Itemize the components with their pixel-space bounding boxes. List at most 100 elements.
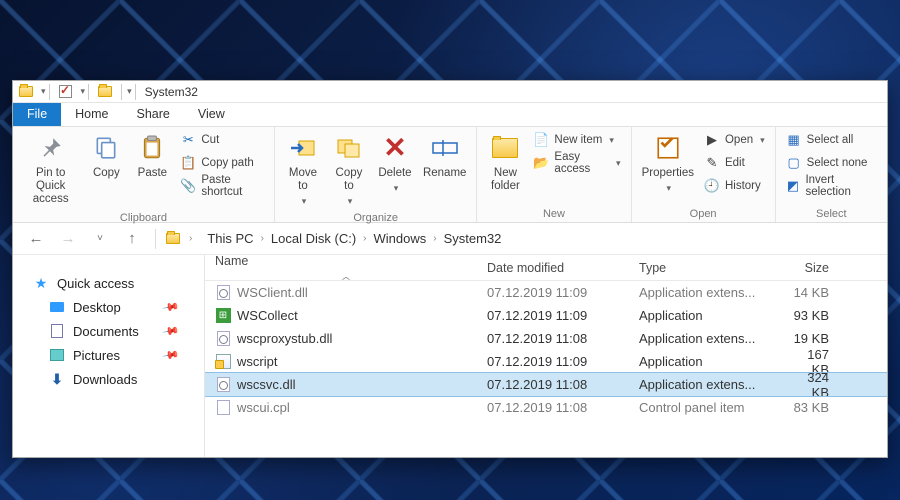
file-size: 19 KB [777,331,847,346]
file-icon: ⊞ [215,308,231,324]
nav-quick-access[interactable]: ★ Quick access [19,271,198,295]
qat-properties-button[interactable] [56,82,76,102]
file-row[interactable]: wscsvc.dll07.12.2019 11:08Application ex… [205,373,887,396]
file-row[interactable]: WSClient.dll07.12.2019 11:09Application … [205,281,887,304]
titlebar: ▾ ▾ ▾ System32 [13,81,887,103]
folder-icon [166,233,180,244]
navigation-pane: ★ Quick access Desktop 📌 Documents 📌 Pic… [13,255,205,457]
file-icon [215,354,231,370]
col-name[interactable]: Name ︿ [205,255,477,282]
paste-shortcut-button[interactable]: 📎Paste shortcut [176,175,268,197]
forward-button[interactable]: → [55,226,81,252]
pictures-icon [49,347,65,363]
ribbon-group-open: Properties▾ ▶Open ▾ ✎Edit 🕘History Open [632,127,776,222]
breadcrumb-item[interactable]: System32 [444,231,502,246]
file-type: Control panel item [629,400,777,415]
copy-icon [93,135,119,161]
ribbon-tabs: File Home Share View [13,103,887,127]
chevron-down-icon: ▾ [348,196,353,206]
file-row[interactable]: wscui.cpl 07.12.2019 11:08Control panel i… [205,396,887,419]
invert-selection-button[interactable]: ◩Invert selection [782,175,881,197]
copy-to-icon [335,135,363,161]
file-date: 07.12.2019 11:08 [477,400,629,415]
rename-button[interactable]: Rename [419,129,470,183]
file-name: wscui.cpl [237,400,290,415]
cut-button[interactable]: ✂Cut [176,129,268,151]
column-headers: Name ︿ Date modified Type Size [205,255,887,281]
back-button[interactable]: ← [23,226,49,252]
edit-icon: ✎ [704,155,720,171]
ribbon-group-organize: Move to▾ Copy to▾ ✕ Delete▾ Rename Organ… [275,127,477,222]
chevron-right-icon[interactable]: › [430,233,439,244]
qat-more-icon[interactable]: ▾ [127,86,132,97]
star-icon: ★ [33,275,49,291]
pin-label: Pin to Quick access [23,167,78,207]
invert-icon: ◩ [786,178,801,194]
copy-path-button[interactable]: 📋Copy path [176,152,268,174]
history-button[interactable]: 🕘History [700,175,769,197]
documents-icon [49,323,65,339]
chevron-down-icon[interactable]: ▾ [41,86,46,97]
nav-documents[interactable]: Documents 📌 [19,319,198,343]
delete-icon: ✕ [379,132,411,164]
breadcrumb-item[interactable]: Windows [374,231,427,246]
folder-icon [492,138,518,158]
new-item-icon: 📄 [533,132,549,148]
breadcrumb[interactable]: This PC› Local Disk (C:)› Windows› Syste… [207,231,501,246]
file-name: wscsvc.dll [237,377,296,392]
open-button[interactable]: ▶Open ▾ [700,129,769,151]
tab-file[interactable]: File [13,103,61,126]
chevron-down-icon[interactable]: ▾ [81,86,86,97]
col-size[interactable]: Size [777,261,847,275]
tab-home[interactable]: Home [61,103,122,126]
copy-button[interactable]: Copy [84,129,128,183]
nav-pictures[interactable]: Pictures 📌 [19,343,198,367]
pin-icon [38,135,64,161]
nav-desktop[interactable]: Desktop 📌 [19,295,198,319]
file-icon [215,285,231,301]
select-all-button[interactable]: ▦Select all [782,129,881,151]
file-date: 07.12.2019 11:09 [477,285,629,300]
edit-button[interactable]: ✎Edit [700,152,769,174]
col-type[interactable]: Type [629,261,777,275]
ribbon-group-clipboard: Pin to Quick access Copy Paste ✂Cut 📋Cop… [13,127,275,222]
breadcrumb-item[interactable]: This PC [207,231,253,246]
chevron-right-icon[interactable]: › [258,233,267,244]
paste-icon [139,135,165,161]
shortcut-icon: 📎 [180,178,196,194]
select-all-icon: ▦ [786,132,802,148]
chevron-right-icon[interactable]: › [186,233,195,244]
file-name: WSCollect [237,308,298,323]
file-row[interactable]: ⊞WSCollect07.12.2019 11:09Application93 … [205,304,887,327]
file-name: wscproxystub.dll [237,331,332,346]
easy-access-button[interactable]: 📂Easy access ▾ [529,152,624,174]
nav-downloads[interactable]: ⬇ Downloads [19,367,198,391]
col-date[interactable]: Date modified [477,261,629,275]
copy-to-button[interactable]: Copy to▾ [327,129,371,210]
paste-button[interactable]: Paste [130,129,174,183]
pin-quickaccess-button[interactable]: Pin to Quick access [19,129,82,210]
chevron-down-icon: ▾ [394,183,399,193]
file-type: Application [629,308,777,323]
chevron-right-icon[interactable]: › [360,233,369,244]
tab-view[interactable]: View [184,103,239,126]
address-bar: ← → ˅ ↑ › This PC › Local Disk (C:) › Wind… [13,223,887,255]
ribbon: Pin to Quick access Copy Paste ✂Cut 📋Cop… [13,127,887,223]
up-button[interactable]: ↑ [119,226,145,252]
select-none-button[interactable]: ▢Select none [782,152,881,174]
new-item-button[interactable]: 📄New item ▾ [529,129,624,151]
easy-access-icon: 📂 [533,155,549,171]
delete-button[interactable]: ✕ Delete▾ [373,129,417,197]
tab-share[interactable]: Share [123,103,184,126]
ribbon-group-select: ▦Select all ▢Select none ◩Invert selecti… [776,127,887,222]
history-icon: 🕘 [704,178,720,194]
new-folder-button[interactable]: New folder [483,129,527,196]
qat-newfolder-button[interactable] [95,82,115,102]
breadcrumb-item[interactable]: Local Disk (C:) [271,231,356,246]
scissors-icon: ✂ [180,132,196,148]
properties-button[interactable]: Properties▾ [638,129,698,197]
file-size: 14 KB [777,285,847,300]
properties-icon [655,135,681,161]
recent-button[interactable]: ˅ [87,226,113,252]
move-to-button[interactable]: Move to▾ [281,129,325,210]
